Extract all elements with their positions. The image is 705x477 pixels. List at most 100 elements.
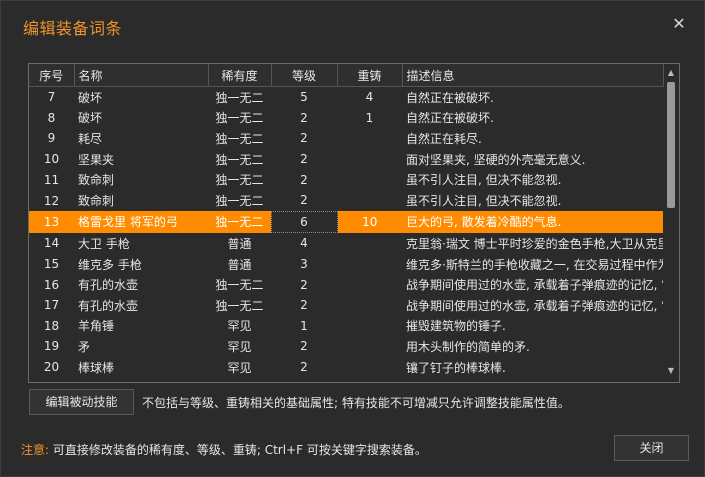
scroll-thumb[interactable]: [667, 82, 675, 208]
table-row[interactable]: 13 格雷戈里 将军的弓 独一无二 6 10 巨大的弓, 散发着冷酷的气息.: [29, 210, 663, 234]
cell-name[interactable]: 矛: [74, 336, 208, 357]
vertical-scrollbar[interactable]: ▲ ▼: [664, 64, 678, 380]
cell-name[interactable]: 坚果夹: [74, 149, 208, 170]
cell-description[interactable]: 摧毁建筑物的锤子.: [402, 316, 663, 337]
cell-name[interactable]: 破坏: [74, 87, 208, 108]
cell-reforge[interactable]: [337, 316, 402, 337]
table-row[interactable]: 15 维克多 手枪 普通 3 维克多·斯特兰的手枪收藏之一, 在交易过程中作为: [29, 254, 663, 275]
column-header-description[interactable]: 描述信息: [402, 64, 664, 87]
cell-rarity[interactable]: 独一无二: [208, 295, 271, 316]
cell-name[interactable]: 有孔的水壶: [74, 295, 208, 316]
table-row[interactable]: 11 致命刺 独一无二 2 虽不引人注目, 但决不能忽视.: [29, 169, 663, 190]
cell-id[interactable]: 9: [29, 128, 74, 149]
cell-rarity[interactable]: 罕见: [208, 357, 271, 378]
cell-description[interactable]: 自然正在被破坏.: [402, 87, 663, 108]
cell-level[interactable]: 2: [271, 169, 337, 190]
cell-rarity[interactable]: 普通: [208, 233, 271, 254]
close-icon[interactable]: ✕: [670, 15, 688, 33]
cell-id[interactable]: 20: [29, 357, 74, 378]
cell-level[interactable]: 6: [270, 210, 338, 234]
cell-name[interactable]: 耗尽: [74, 128, 208, 149]
cell-level[interactable]: 3: [271, 254, 337, 275]
cell-name[interactable]: 格雷戈里 将军的弓: [74, 211, 208, 233]
cell-level[interactable]: 2: [271, 190, 337, 211]
cell-name[interactable]: 破坏: [74, 108, 208, 129]
cell-reforge[interactable]: [337, 190, 402, 211]
column-header-reforge[interactable]: 重铸: [337, 64, 403, 87]
table-row[interactable]: 8 破坏 独一无二 2 1 自然正在被破坏.: [29, 108, 663, 129]
cell-reforge[interactable]: [337, 336, 402, 357]
cell-description[interactable]: 战争期间使用过的水壶, 承载着子弹痕迹的记忆, 它: [402, 295, 663, 316]
cell-reforge[interactable]: 1: [337, 108, 402, 129]
cell-level[interactable]: 2: [271, 108, 337, 129]
cell-rarity[interactable]: 独一无二: [208, 149, 271, 170]
cell-description[interactable]: 巨大的弓, 散发着冷酷的气息.: [402, 211, 663, 233]
cell-reforge[interactable]: [337, 274, 402, 295]
column-header-level[interactable]: 等级: [271, 64, 338, 87]
cell-id[interactable]: 19: [29, 336, 74, 357]
cell-level[interactable]: 4: [271, 233, 337, 254]
cell-level[interactable]: 5: [271, 87, 337, 108]
cell-level[interactable]: 2: [271, 128, 337, 149]
cell-level[interactable]: 2: [271, 149, 337, 170]
cell-id[interactable]: 18: [29, 316, 74, 337]
edit-passive-skill-button[interactable]: 编辑被动技能: [29, 389, 134, 415]
cell-reforge[interactable]: 10: [337, 211, 402, 233]
cell-rarity[interactable]: 普通: [208, 254, 271, 275]
equipment-table[interactable]: 序号 名称 稀有度 等级 重铸 描述信息 7 破坏 独一无二 5 4 自然正在被破坏. 8 破…: [28, 63, 680, 383]
cell-reforge[interactable]: [337, 169, 402, 190]
table-row[interactable]: 20 棒球棒 罕见 2 镶了钉子的棒球棒.: [29, 357, 663, 378]
cell-description[interactable]: 克里翁·瑞文 博士平时珍爱的金色手枪,大卫从克里: [402, 233, 663, 254]
cell-name[interactable]: 棒球棒: [74, 357, 208, 378]
table-row[interactable]: 12 致命刺 独一无二 2 虽不引人注目, 但决不能忽视.: [29, 190, 663, 211]
table-row[interactable]: 18 羊角锤 罕见 1 摧毁建筑物的锤子.: [29, 316, 663, 337]
cell-description[interactable]: 维克多·斯特兰的手枪收藏之一, 在交易过程中作为: [402, 254, 663, 275]
scroll-up-icon[interactable]: ▲: [664, 66, 678, 80]
scroll-down-icon[interactable]: ▼: [664, 364, 678, 378]
table-row[interactable]: 16 有孔的水壶 独一无二 2 战争期间使用过的水壶, 承载着子弹痕迹的记忆, 它: [29, 274, 663, 295]
cell-rarity[interactable]: 独一无二: [208, 128, 271, 149]
cell-name[interactable]: 维克多 手枪: [74, 254, 208, 275]
column-header-name[interactable]: 名称: [74, 64, 209, 87]
cell-description[interactable]: 面对坚果夹, 坚硬的外壳毫无意义.: [402, 149, 663, 170]
table-row[interactable]: 9 耗尽 独一无二 2 自然正在耗尽.: [29, 128, 663, 149]
cell-reforge[interactable]: [337, 295, 402, 316]
cell-id[interactable]: 7: [29, 87, 74, 108]
table-row[interactable]: 7 破坏 独一无二 5 4 自然正在被破坏.: [29, 87, 663, 108]
cell-reforge[interactable]: 4: [337, 87, 402, 108]
cell-id[interactable]: 13: [29, 211, 74, 233]
cell-description[interactable]: 自然正在耗尽.: [402, 128, 663, 149]
cell-name[interactable]: 羊角锤: [74, 316, 208, 337]
cell-description[interactable]: 镶了钉子的棒球棒.: [402, 357, 663, 378]
cell-name[interactable]: 致命刺: [74, 190, 208, 211]
cell-id[interactable]: 11: [29, 169, 74, 190]
cell-id[interactable]: 10: [29, 149, 74, 170]
table-row[interactable]: 19 矛罕见 2 用木头制作的简单的矛.: [29, 336, 663, 357]
cell-id[interactable]: 17: [29, 295, 74, 316]
cell-name[interactable]: 致命刺: [74, 169, 208, 190]
cell-reforge[interactable]: [337, 233, 402, 254]
table-row[interactable]: 10 坚果夹 独一无二 2 面对坚果夹, 坚硬的外壳毫无意义.: [29, 149, 663, 170]
cell-level[interactable]: 1: [271, 316, 337, 337]
table-row[interactable]: 14 大卫 手枪 普通 4 克里翁·瑞文 博士平时珍爱的金色手枪,大卫从克里: [29, 233, 663, 254]
cell-description[interactable]: 用木头制作的简单的矛.: [402, 336, 663, 357]
column-header-rarity[interactable]: 稀有度: [208, 64, 272, 87]
cell-id[interactable]: 14: [29, 233, 74, 254]
cell-rarity[interactable]: 独一无二: [208, 211, 271, 233]
cell-rarity[interactable]: 独一无二: [208, 108, 271, 129]
cell-reforge[interactable]: [337, 254, 402, 275]
cell-rarity[interactable]: 独一无二: [208, 169, 271, 190]
cell-name[interactable]: 大卫 手枪: [74, 233, 208, 254]
cell-level[interactable]: 2: [271, 336, 337, 357]
cell-name[interactable]: 有孔的水壶: [74, 274, 208, 295]
cell-id[interactable]: 8: [29, 108, 74, 129]
cell-rarity[interactable]: 罕见: [208, 316, 271, 337]
cell-level[interactable]: 2: [271, 295, 337, 316]
cell-description[interactable]: 虽不引人注目, 但决不能忽视.: [402, 169, 663, 190]
cell-description[interactable]: 自然正在被破坏.: [402, 108, 663, 129]
cell-rarity[interactable]: 罕见: [208, 336, 271, 357]
cell-id[interactable]: 15: [29, 254, 74, 275]
cell-level[interactable]: 2: [271, 274, 337, 295]
cell-level[interactable]: 2: [271, 357, 337, 378]
cell-reforge[interactable]: [337, 149, 402, 170]
